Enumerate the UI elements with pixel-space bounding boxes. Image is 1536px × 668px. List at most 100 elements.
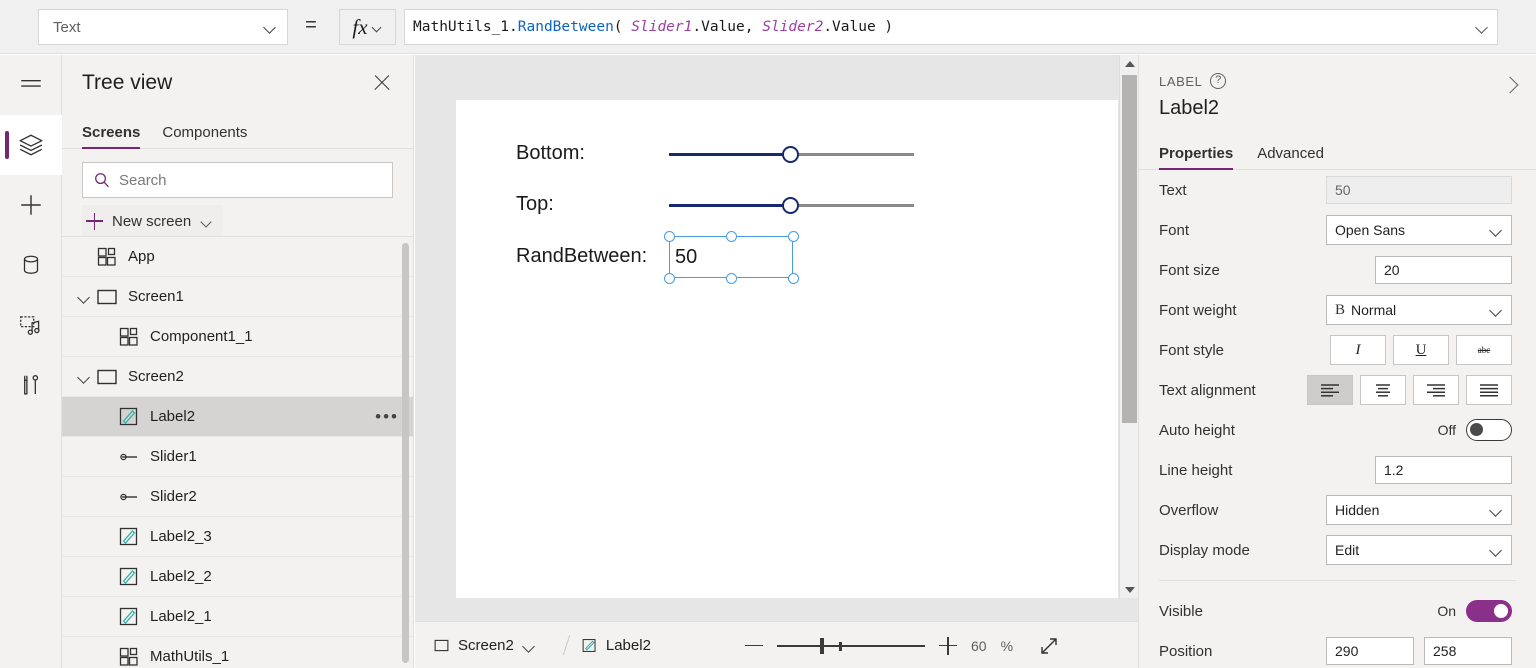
canvas-slider-1[interactable]	[669, 144, 914, 164]
tab-screens[interactable]: Screens	[82, 124, 140, 148]
strikethrough-button[interactable]: abc	[1456, 335, 1512, 365]
caret-spacer	[98, 329, 114, 345]
fx-button[interactable]: fx	[339, 9, 396, 45]
display-mode-dropdown-value: Edit	[1335, 542, 1483, 558]
align-center-button[interactable]	[1360, 375, 1406, 405]
align-right-button[interactable]	[1413, 375, 1459, 405]
tree-item-app[interactable]: App	[62, 237, 413, 277]
breadcrumb-label2[interactable]: Label2	[563, 622, 665, 668]
line-height-input[interactable]: 1.2	[1375, 456, 1512, 484]
text-readonly-field: 50	[1326, 176, 1512, 204]
formula-token-plain: MathUtils_1.	[413, 19, 518, 35]
rail-item-hamburger-menu[interactable]	[0, 55, 62, 115]
overflow-dropdown[interactable]: Hidden	[1326, 495, 1512, 525]
scrollbar-thumb[interactable]	[1122, 75, 1137, 423]
visible-toggle[interactable]	[1466, 600, 1512, 622]
properties-tabs: Properties Advanced	[1139, 134, 1536, 170]
align-left-button[interactable]	[1307, 375, 1353, 405]
display-mode-dropdown[interactable]: Edit	[1326, 535, 1512, 565]
close-icon[interactable]	[369, 70, 395, 96]
tree-item-screen2[interactable]: Screen2	[62, 357, 413, 397]
zoom-slider-thumb[interactable]	[820, 638, 824, 654]
tree-item-more-icon[interactable]: •••	[375, 412, 399, 422]
equals-sign: =	[300, 14, 322, 37]
auto-height-toggle[interactable]	[1466, 419, 1512, 441]
canvas-selected-label[interactable]: 50	[670, 237, 792, 277]
tree-item-label2_1[interactable]: Label2_1	[62, 597, 413, 637]
font-dropdown[interactable]: Open Sans	[1326, 215, 1512, 245]
tree-item-label: Label2	[150, 408, 375, 425]
tree-item-slider1[interactable]: Slider1	[62, 437, 413, 477]
formula-text: MathUtils_1.RandBetween( Slider1.Value, …	[413, 19, 893, 35]
rail-item-media[interactable]	[0, 295, 62, 355]
font-weight-dropdown[interactable]: BNormal	[1326, 295, 1512, 325]
rail-item-insert[interactable]	[0, 175, 62, 235]
tree-item-label2[interactable]: Label2•••	[62, 397, 413, 437]
tab-properties[interactable]: Properties	[1159, 145, 1233, 169]
tree-item-label2_3[interactable]: Label2_3	[62, 517, 413, 557]
resize-handle-top-left[interactable]	[664, 231, 675, 242]
resize-handle-bottom-right[interactable]	[788, 273, 799, 284]
slider-fill	[669, 153, 791, 156]
formula-token-ctrl: Slider1	[631, 19, 692, 35]
breadcrumb-screen2[interactable]: Screen2	[415, 622, 549, 668]
canvas-slider-2[interactable]	[669, 195, 914, 215]
zoom-slider[interactable]	[777, 637, 925, 655]
rail-item-tree-view[interactable]	[0, 115, 62, 175]
resize-handle-top-center[interactable]	[726, 231, 737, 242]
breadcrumb-label2-label: Label2	[606, 637, 651, 654]
font-size-input[interactable]: 20	[1375, 256, 1512, 284]
label-icon	[581, 637, 598, 654]
help-icon[interactable]: ?	[1210, 73, 1226, 89]
canvas-area: Bottom: Top: RandBetween: 50	[415, 55, 1138, 668]
formula-input[interactable]: MathUtils_1.RandBetween( Slider1.Value, …	[404, 9, 1498, 45]
tree-item-slider2[interactable]: Slider2	[62, 477, 413, 517]
tree-item-screen1[interactable]: Screen1	[62, 277, 413, 317]
new-screen-button[interactable]: New screen	[82, 205, 223, 237]
property-row-line-height: Line height1.2	[1139, 450, 1536, 490]
italic-button[interactable]: I	[1330, 335, 1386, 365]
resize-handle-top-right[interactable]	[788, 231, 799, 242]
position-y-input[interactable]: 258	[1424, 637, 1512, 665]
zoom-out-button[interactable]	[745, 637, 763, 655]
formula-bar: Text = fx MathUtils_1.RandBetween( Slide…	[0, 0, 1536, 54]
formula-expand-chevron-down-icon[interactable]	[1475, 21, 1489, 35]
caret-spacer	[98, 649, 114, 665]
tree-view-scrollbar[interactable]	[402, 243, 409, 663]
resize-handle-bottom-center[interactable]	[726, 273, 737, 284]
app-canvas[interactable]: Bottom: Top: RandBetween: 50	[456, 100, 1118, 598]
chevron-right-icon[interactable]	[1500, 75, 1520, 95]
rail-item-advanced-tools[interactable]	[0, 355, 62, 415]
chevron-down-icon[interactable]	[522, 639, 535, 652]
property-label-font-style: Font style	[1159, 342, 1330, 359]
slider-track	[791, 153, 914, 156]
screen-icon	[96, 286, 118, 308]
search-box[interactable]	[82, 162, 393, 198]
tab-components[interactable]: Components	[162, 124, 247, 148]
property-dropdown[interactable]: Text	[38, 9, 288, 45]
chevron-down-icon[interactable]	[76, 369, 92, 385]
slider-thumb[interactable]	[782, 197, 799, 214]
database-icon	[18, 252, 44, 278]
slider-thumb[interactable]	[782, 146, 799, 163]
chevron-down-icon[interactable]	[76, 289, 92, 305]
canvas-vertical-scrollbar[interactable]	[1119, 55, 1138, 598]
expand-diagonal-icon[interactable]	[1039, 636, 1059, 656]
property-row-position: Position 290 258	[1139, 631, 1536, 668]
scroll-down-arrow-icon[interactable]	[1120, 581, 1139, 598]
tab-advanced[interactable]: Advanced	[1257, 145, 1324, 169]
resize-handle-bottom-left[interactable]	[664, 273, 675, 284]
scroll-up-arrow-icon[interactable]	[1120, 55, 1139, 72]
zoom-in-button[interactable]	[939, 637, 957, 655]
tree-item-label2_2[interactable]: Label2_2	[62, 557, 413, 597]
underline-button[interactable]: U	[1393, 335, 1449, 365]
align-justify-button[interactable]	[1466, 375, 1512, 405]
rail-item-data[interactable]	[0, 235, 62, 295]
tree-item-label: Component1_1	[150, 328, 399, 345]
search-input[interactable]	[119, 172, 382, 189]
position-x-input[interactable]: 290	[1326, 637, 1414, 665]
tree-item-label: Screen1	[128, 288, 399, 305]
tree-item-mathutils_1[interactable]: MathUtils_1	[62, 637, 413, 668]
property-row-visible: Visible On	[1139, 591, 1536, 631]
tree-item-component1_1[interactable]: Component1_1	[62, 317, 413, 357]
